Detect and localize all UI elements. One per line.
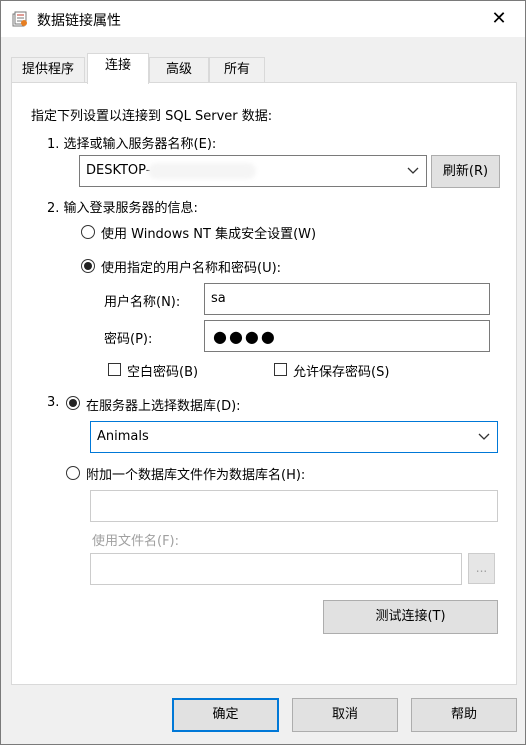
radio-select-database[interactable] (66, 396, 80, 410)
chevron-down-icon (478, 433, 490, 440)
username-value: sa (211, 291, 226, 306)
username-label: 用户名称(N): (104, 295, 181, 310)
allow-save-password-label: 允许保存密码(S) (293, 365, 390, 380)
tab-all[interactable]: 所有 (209, 57, 265, 83)
server-combobox[interactable]: DESKTOP- (79, 155, 427, 187)
redacted-server-name (148, 163, 256, 179)
allow-save-password-checkbox[interactable] (274, 363, 287, 376)
server-step-label: 1. 选择或输入服务器名称(E): (47, 137, 217, 152)
filename-input[interactable] (90, 553, 462, 585)
cancel-button[interactable]: 取消 (292, 698, 398, 732)
radio-attach-database-label: 附加一个数据库文件作为数据库名(H): (86, 468, 306, 483)
username-input[interactable]: sa (204, 283, 490, 315)
login-step-label: 2. 输入登录服务器的信息: (47, 201, 198, 216)
data-link-icon (12, 11, 27, 27)
chevron-down-icon (407, 167, 419, 174)
blank-password-label: 空白密码(B) (127, 365, 199, 380)
tab-advanced[interactable]: 高级 (149, 57, 209, 83)
browse-button[interactable]: ... (468, 553, 495, 584)
refresh-button[interactable]: 刷新(R) (431, 155, 500, 188)
password-input[interactable]: ●●●● (204, 320, 490, 352)
intro-text: 指定下列设置以连接到 SQL Server 数据: (31, 109, 273, 124)
radio-select-database-label: 在服务器上选择数据库(D): (86, 399, 241, 414)
radio-nt-security[interactable] (81, 225, 95, 239)
dialog-window: 数据链接属性 ✕ 提供程序 连接 高级 所有 指定下列设置以连接到 SQL Se… (0, 0, 526, 745)
help-button[interactable]: 帮助 (411, 698, 517, 732)
close-button[interactable]: ✕ (479, 5, 519, 33)
use-filename-label: 使用文件名(F): (92, 534, 180, 549)
tab-provider[interactable]: 提供程序 (11, 57, 85, 83)
radio-user-password-label: 使用指定的用户名称和密码(U): (101, 261, 282, 276)
radio-nt-security-label: 使用 Windows NT 集成安全设置(W) (101, 227, 317, 242)
password-value: ●●●● (213, 327, 277, 346)
server-value: DESKTOP- (86, 163, 151, 178)
database-value: Animals (97, 429, 149, 444)
ok-button[interactable]: 确定 (172, 698, 279, 732)
tab-connection[interactable]: 连接 (87, 53, 149, 84)
database-combobox[interactable]: Animals (90, 421, 498, 453)
radio-attach-database[interactable] (66, 466, 80, 480)
window-title: 数据链接属性 (37, 13, 121, 29)
password-label: 密码(P): (104, 332, 153, 347)
database-step-label: 3. (47, 395, 60, 410)
test-connection-button[interactable]: 测试连接(T) (323, 600, 498, 634)
attach-database-name-input[interactable] (90, 490, 498, 522)
title-bar: 数据链接属性 ✕ (1, 1, 525, 37)
radio-user-password[interactable] (81, 259, 95, 273)
close-icon: ✕ (491, 8, 507, 29)
blank-password-checkbox[interactable] (108, 363, 121, 376)
tab-strip: 提供程序 连接 高级 所有 (11, 53, 517, 84)
